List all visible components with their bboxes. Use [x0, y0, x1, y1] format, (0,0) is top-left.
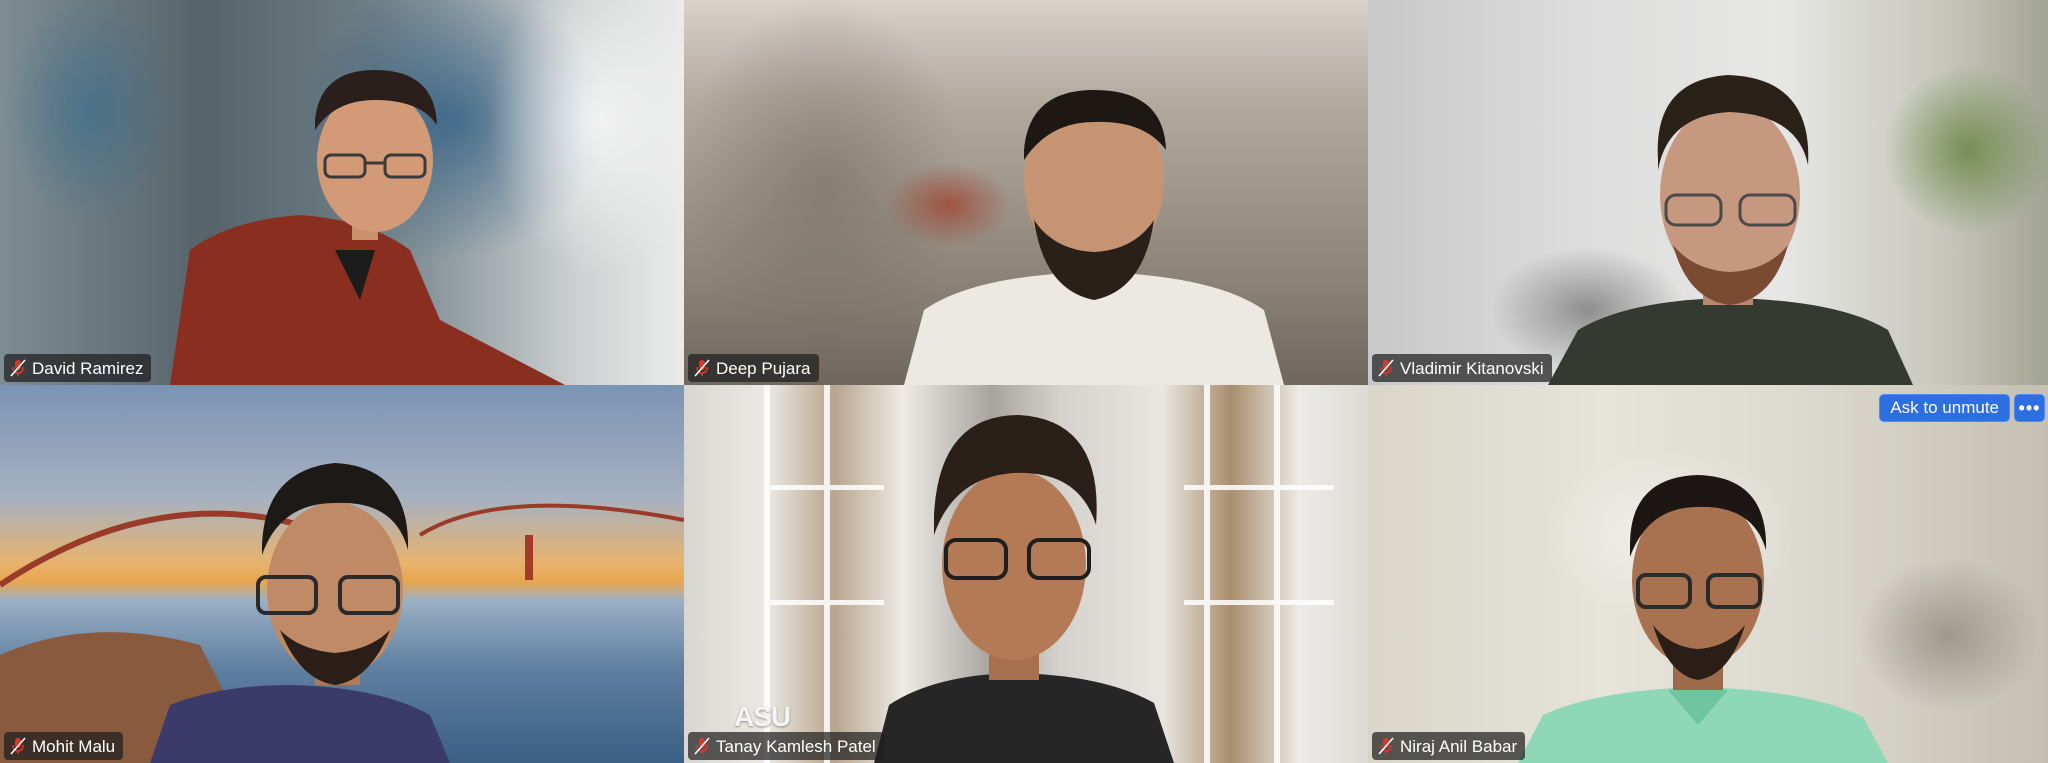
- participant-name: Mohit Malu: [32, 736, 116, 756]
- mic-muted-icon: [694, 359, 710, 377]
- mic-muted-icon: [694, 737, 710, 755]
- participant-video: [904, 90, 1284, 385]
- participant-name-tag: Niraj Anil Babar: [1372, 732, 1526, 760]
- participant-name-tag: Vladimir Kitanovski: [1372, 354, 1552, 382]
- mic-muted-icon: [10, 359, 26, 377]
- asu-logo: ASU: [734, 701, 791, 732]
- mic-muted-icon: [1378, 737, 1394, 755]
- participant-video: [1518, 475, 1888, 763]
- participant-video: [1548, 75, 1913, 385]
- participant-name: Deep Pujara: [716, 358, 811, 378]
- participant-video: [170, 70, 565, 385]
- mic-muted-icon: [1378, 359, 1394, 377]
- participant-name-tag: Deep Pujara: [688, 354, 819, 382]
- participant-tile-david-ramirez[interactable]: David Ramirez: [0, 0, 684, 385]
- participant-tile-vladimir-kitanovski[interactable]: Vladimir Kitanovski: [1368, 0, 2048, 385]
- more-options-button[interactable]: •••: [2014, 394, 2045, 422]
- participant-name: Vladimir Kitanovski: [1400, 358, 1544, 378]
- participant-name: Tanay Kamlesh Patel: [716, 736, 876, 756]
- participant-name: Niraj Anil Babar: [1400, 736, 1518, 756]
- participant-tile-niraj-anil-babar[interactable]: Ask to unmute ••• Niraj Anil Babar: [1368, 385, 2048, 763]
- mic-muted-icon: [10, 737, 26, 755]
- participant-name: David Ramirez: [32, 358, 144, 378]
- video-grid: David Ramirez Deep Pujara Vladimir Kitan…: [0, 0, 2048, 763]
- participant-tile-deep-pujara[interactable]: Deep Pujara: [684, 0, 1368, 385]
- participant-tile-tanay-kamlesh-patel[interactable]: ASU Tanay Kamlesh Patel: [684, 385, 1368, 763]
- participant-name-tag: David Ramirez: [4, 354, 152, 382]
- participant-tile-mohit-malu[interactable]: Mohit Malu: [0, 385, 684, 763]
- participant-video: [0, 463, 684, 763]
- ask-to-unmute-button[interactable]: Ask to unmute: [1879, 394, 2010, 422]
- participant-name-tag: Tanay Kamlesh Patel: [688, 732, 884, 760]
- participant-name-tag: Mohit Malu: [4, 732, 124, 760]
